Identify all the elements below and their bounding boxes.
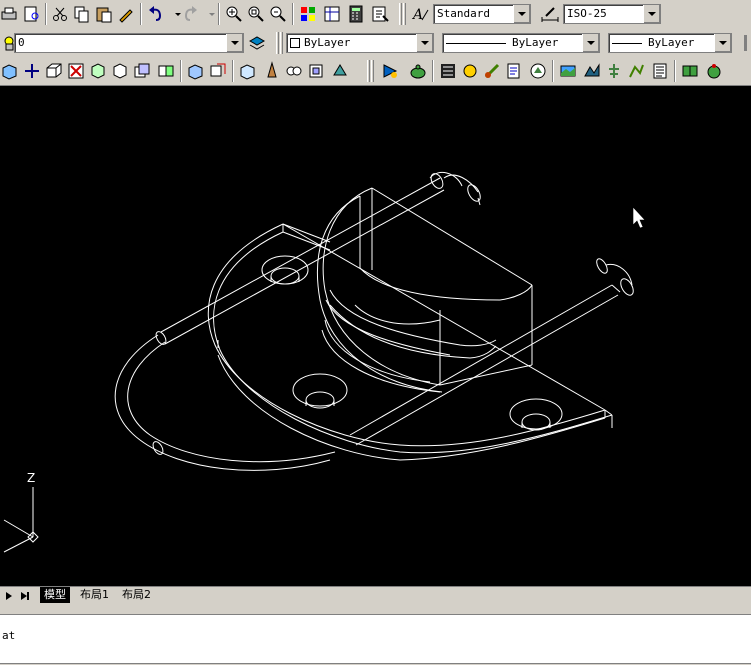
redo-dropdown-icon[interactable]	[202, 4, 215, 24]
layers-properties-toolbar: 0 ByLayer ByLayer ByLayer	[0, 29, 751, 57]
pan-realtime-icon[interactable]	[224, 4, 244, 24]
tool-palettes-icon[interactable]	[346, 4, 366, 24]
tab-last-icon[interactable]	[18, 589, 32, 603]
wireframe-model: Z	[3, 171, 646, 553]
tab-next-icon[interactable]	[2, 589, 16, 603]
union-icon[interactable]	[88, 61, 108, 81]
properties-icon[interactable]	[298, 4, 318, 24]
plot-preview-icon[interactable]	[22, 4, 42, 24]
match-properties-icon[interactable]	[116, 4, 136, 24]
materials-icon[interactable]	[330, 61, 350, 81]
copy-icon[interactable]	[72, 4, 92, 24]
move-3d-icon[interactable]	[22, 61, 42, 81]
cut-icon[interactable]	[50, 4, 70, 24]
layer-previous-icon[interactable]	[247, 33, 267, 53]
box-solid-icon[interactable]	[44, 61, 64, 81]
erase-solid-icon[interactable]	[66, 61, 86, 81]
slice-icon[interactable]	[156, 61, 176, 81]
undo-dropdown-icon[interactable]	[168, 4, 181, 24]
layer-select[interactable]: 0	[14, 33, 244, 53]
render-toolbar-icon[interactable]	[380, 61, 400, 81]
landscape-edit-icon[interactable]	[626, 61, 646, 81]
color-swatch	[290, 38, 300, 48]
teapot-icon[interactable]	[408, 61, 428, 81]
standard-toolbar: A Standard ISO-25	[0, 0, 751, 30]
materials-library-icon[interactable]	[482, 61, 502, 81]
dimension-style-select[interactable]: ISO-25	[563, 4, 661, 24]
command-line[interactable]: at	[0, 614, 751, 664]
solids-rendering-toolbar	[0, 57, 751, 86]
color-select[interactable]: ByLayer	[286, 33, 434, 53]
redo-icon[interactable]	[180, 4, 200, 24]
render-icon[interactable]	[262, 61, 282, 81]
landscape-library-icon[interactable]	[604, 61, 624, 81]
command-area: at	[0, 604, 751, 665]
subtract-icon[interactable]	[110, 61, 130, 81]
tab-model[interactable]: 模型	[40, 587, 70, 603]
landscape-new-icon[interactable]	[528, 61, 548, 81]
dimension-style-icon[interactable]	[540, 4, 560, 24]
text-style-select[interactable]: Standard	[433, 4, 531, 24]
interfere-icon[interactable]	[208, 61, 228, 81]
statistics-icon[interactable]	[650, 61, 670, 81]
undo-icon[interactable]	[146, 4, 166, 24]
ucs-z-label: Z	[27, 471, 35, 485]
fog-icon[interactable]	[582, 61, 602, 81]
plot-icon[interactable]	[0, 4, 20, 24]
film-icon[interactable]	[438, 61, 458, 81]
paste-icon[interactable]	[94, 4, 114, 24]
solid-extrude-icon[interactable]	[0, 61, 20, 81]
light-list-icon[interactable]	[704, 61, 724, 81]
render-preferences-icon[interactable]	[680, 61, 700, 81]
mouse-cursor	[632, 206, 646, 229]
drawing-canvas[interactable]: Z	[0, 86, 751, 586]
design-center-icon[interactable]	[322, 4, 342, 24]
section-icon[interactable]	[186, 61, 206, 81]
lights-icon[interactable]	[306, 61, 326, 81]
mapping-icon[interactable]	[504, 61, 524, 81]
text-style-icon[interactable]: A	[410, 4, 430, 24]
scene-icon[interactable]	[284, 61, 304, 81]
zoom-window-icon[interactable]	[246, 4, 266, 24]
scene-select-icon[interactable]	[460, 61, 480, 81]
hide-icon[interactable]	[238, 61, 258, 81]
layer-state-icon	[0, 33, 14, 53]
lineweight-select[interactable]: ByLayer	[608, 33, 732, 53]
toolbar-grip-icon	[736, 33, 750, 53]
calculator-icon[interactable]	[370, 4, 390, 24]
command-text: at	[2, 629, 16, 642]
intersect-icon[interactable]	[132, 61, 152, 81]
tab-layout1[interactable]: 布局1	[76, 587, 113, 603]
background-icon[interactable]	[558, 61, 578, 81]
zoom-previous-icon[interactable]	[268, 4, 288, 24]
ucs-icon	[3, 487, 39, 553]
linetype-select[interactable]: ByLayer	[442, 33, 600, 53]
tab-layout2[interactable]: 布局2	[118, 587, 155, 603]
svg-text:A: A	[411, 7, 423, 23]
layout-tabs-bar: 模型 布局1 布局2	[0, 586, 751, 605]
